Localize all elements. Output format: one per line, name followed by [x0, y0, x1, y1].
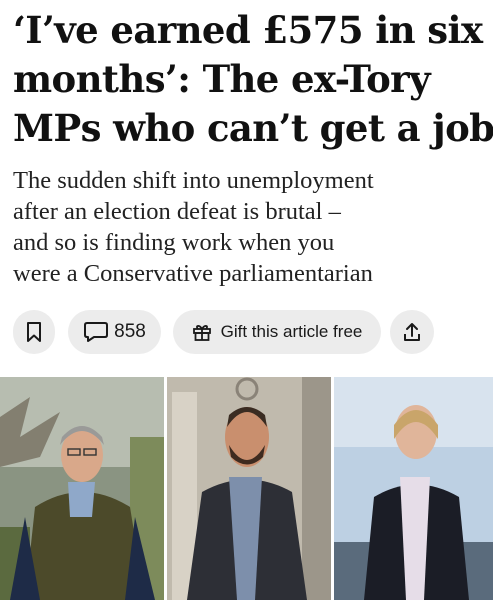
article-standfirst: The sudden shift into unemployment after… [13, 165, 483, 289]
comment-count: 858 [114, 321, 146, 342]
article-headline: ‘I’ve earned £575 in six months’: The ex… [13, 6, 493, 153]
standfirst-line: after an election defeat is brutal – [13, 198, 341, 225]
headline-line: ‘I’ve earned £575 in six [13, 8, 483, 52]
gift-label: Gift this article free [220, 322, 363, 341]
standfirst-line: The sudden shift into unemployment [13, 167, 374, 194]
standfirst-line: were a Conservative parliamentarian [13, 260, 373, 287]
standfirst-line: and so is finding work when you [13, 229, 335, 256]
photo-woman-in-dark-blazer[interactable] [334, 377, 493, 600]
article-actions-bar: 858 Gift this article free [13, 310, 483, 354]
headline-line: months’: The ex-Tory [13, 57, 431, 101]
headline-line: MPs who can’t get a job [13, 106, 493, 150]
bookmark-button[interactable] [13, 310, 55, 354]
comment-icon [84, 322, 109, 342]
photo-man-in-blue-suit[interactable] [167, 377, 331, 600]
comments-button[interactable]: 858 [68, 310, 161, 354]
gift-article-button[interactable]: Gift this article free [173, 310, 381, 354]
gift-icon [192, 325, 211, 341]
share-button[interactable] [390, 310, 434, 354]
share-icon [404, 323, 420, 341]
photo-man-in-green-gilet[interactable] [0, 377, 164, 600]
photo-strip [0, 377, 493, 600]
bookmark-icon [27, 322, 41, 342]
